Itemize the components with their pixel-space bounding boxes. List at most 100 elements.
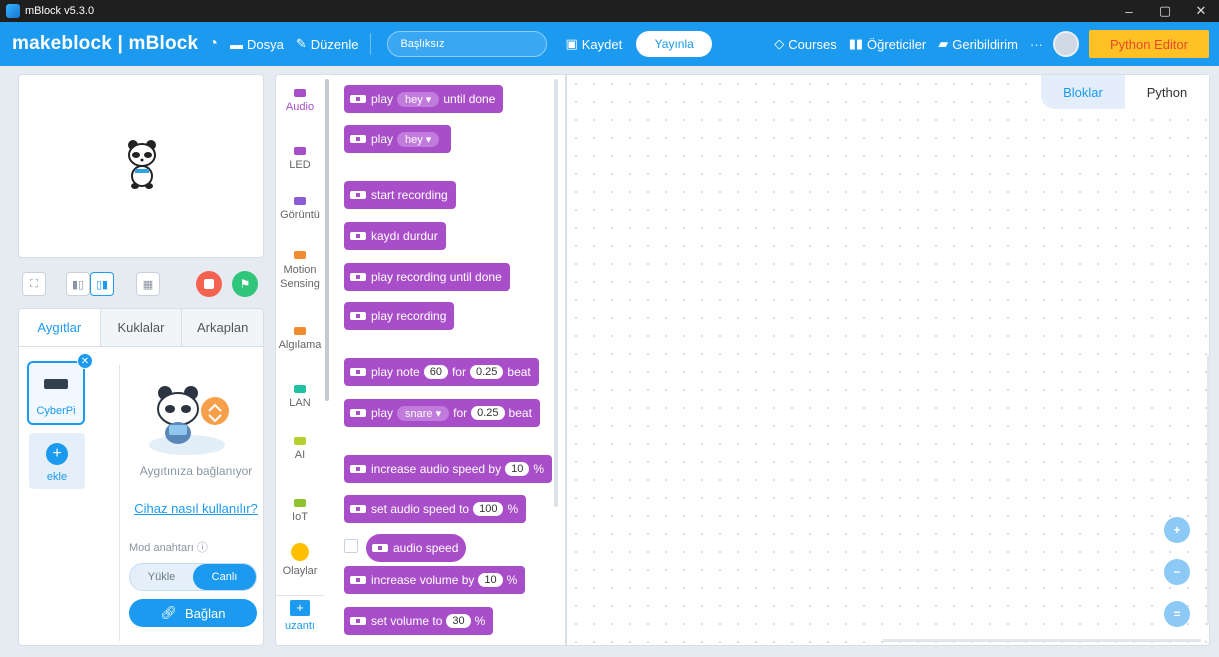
mode-upload[interactable]: Yükle xyxy=(130,564,193,590)
link-icon: 🔗︎ xyxy=(160,605,178,620)
cyberpi-block-icon xyxy=(350,232,366,240)
publish-button[interactable]: Yayınla xyxy=(636,31,713,57)
file-menu[interactable]: ▬ Dosya xyxy=(230,37,284,52)
edit-menu[interactable]: ✎ Düzenle xyxy=(296,36,359,52)
code-mode-tabs: Bloklar Python xyxy=(1041,75,1209,109)
block-text: play xyxy=(371,406,394,420)
drum-dropdown[interactable]: snare ▾ xyxy=(397,405,450,421)
python-editor-button[interactable]: Python Editor xyxy=(1089,30,1209,58)
add-device-button[interactable]: + ekle xyxy=(29,433,85,489)
script-area[interactable]: Bloklar Python + − = xyxy=(566,74,1210,646)
script-area-horizontal-scrollbar[interactable] xyxy=(883,639,1201,642)
category-iot[interactable]: IoT xyxy=(276,499,324,523)
block-play-drum[interactable]: play snare ▾ for 0.25 beat xyxy=(344,399,540,427)
feedback-link[interactable]: ▰ Geribildirim xyxy=(938,36,1018,52)
project-title-input[interactable]: Başlıksız xyxy=(387,31,548,57)
block-play-recording[interactable]: play recording xyxy=(344,302,455,330)
plus-icon: + xyxy=(46,443,68,465)
audio-speed-checkbox[interactable] xyxy=(344,539,358,553)
block-increase-volume[interactable]: increase volume by 10 % xyxy=(344,566,526,594)
category-led[interactable]: LED xyxy=(276,147,324,171)
remove-device-icon[interactable]: ✕ xyxy=(77,353,93,369)
block-text: audio speed xyxy=(393,541,459,555)
cyberpi-block-icon xyxy=(350,505,366,513)
tab-blocks[interactable]: Bloklar xyxy=(1041,75,1125,109)
block-start-recording[interactable]: start recording xyxy=(344,181,456,209)
stop-icon xyxy=(204,279,214,289)
block-audio-speed-reporter[interactable]: audio speed xyxy=(366,534,467,562)
tab-python[interactable]: Python xyxy=(1125,75,1209,109)
block-set-audio-speed[interactable]: set audio speed to 100 % xyxy=(344,495,527,523)
tab-backgrounds[interactable]: Arkaplan xyxy=(182,309,263,346)
category-audio[interactable]: Audio xyxy=(276,89,324,113)
block-text: set audio speed to xyxy=(371,502,470,516)
category-motion-sensing[interactable]: Motion Sensing xyxy=(276,251,324,291)
save-button[interactable]: ▣ Kaydet xyxy=(565,36,622,52)
category-events[interactable]: Olaylar xyxy=(276,543,324,577)
more-menu[interactable]: ··· xyxy=(1030,37,1043,52)
zoom-out-icon[interactable]: − xyxy=(1164,559,1190,585)
block-increase-audio-speed[interactable]: increase audio speed by 10 % xyxy=(344,455,553,483)
category-display[interactable]: Görüntü xyxy=(276,197,324,221)
block-play-recording-until-done[interactable]: play recording until done xyxy=(344,263,510,291)
normal-stage-icon[interactable]: ▯▮ xyxy=(90,272,114,296)
volume-input[interactable]: 30 xyxy=(446,614,471,628)
restore-button[interactable]: ▢ xyxy=(1147,0,1183,22)
courses-label: Courses xyxy=(788,36,837,52)
connect-button[interactable]: 🔗︎ Bağlan xyxy=(129,599,257,627)
zoom-in-icon[interactable]: + xyxy=(1164,517,1190,543)
brand-logo[interactable]: makeblock | mBlock xyxy=(12,33,198,55)
zoom-reset-icon[interactable]: = xyxy=(1164,601,1190,627)
small-stage-icon[interactable]: ▮▯ xyxy=(66,272,90,296)
mode-toggle[interactable]: Yükle Canlı xyxy=(129,563,257,591)
tab-devices[interactable]: Aygıtlar xyxy=(19,309,101,346)
sound-dropdown[interactable]: hey ▾ xyxy=(397,91,440,107)
volume-input[interactable]: 10 xyxy=(478,573,503,587)
how-to-use-link[interactable]: Cihaz nasıl kullanılır? xyxy=(127,501,263,516)
tab-sprites[interactable]: Kuklalar xyxy=(100,309,183,346)
palette-scrollbar[interactable] xyxy=(554,79,558,507)
category-extension[interactable]: + uzantı xyxy=(276,595,324,632)
categories-scrollbar[interactable] xyxy=(325,79,329,401)
block-play[interactable]: play hey ▾ xyxy=(344,125,452,153)
minimize-button[interactable]: – xyxy=(1111,0,1147,22)
block-play-note[interactable]: play note 60 for 0.25 beat xyxy=(344,358,539,386)
led-category-icon xyxy=(294,147,306,155)
panda-sprite[interactable] xyxy=(125,139,159,191)
script-area-vertical-scrollbar[interactable] xyxy=(1207,355,1210,625)
fullscreen-icon[interactable]: ⛶ xyxy=(22,272,46,296)
category-sensing[interactable]: Algılama xyxy=(276,327,324,351)
cyberpi-block-icon xyxy=(350,135,366,143)
courses-link[interactable]: ◇ Courses xyxy=(774,36,836,52)
block-text: increase audio speed by xyxy=(371,462,502,476)
green-flag-button[interactable]: ⚑ xyxy=(232,271,258,297)
category-ai[interactable]: AI xyxy=(276,437,324,461)
stage[interactable] xyxy=(18,74,264,258)
category-label: Audio xyxy=(285,101,315,113)
sound-dropdown[interactable]: hey ▾ xyxy=(397,131,440,147)
device-card-cyberpi[interactable]: CyberPi xyxy=(27,361,85,425)
block-stop-recording[interactable]: kaydı durdur xyxy=(344,222,446,250)
beats-input[interactable]: 0.25 xyxy=(471,406,505,420)
block-set-volume[interactable]: set volume to 30 % xyxy=(344,607,494,635)
grid-layout-icon[interactable]: ▦ xyxy=(136,272,160,296)
language-globe-icon[interactable]: ◔ xyxy=(208,35,218,53)
note-input[interactable]: 60 xyxy=(423,365,448,379)
user-avatar[interactable] xyxy=(1053,31,1079,57)
speed-input[interactable]: 10 xyxy=(505,462,530,476)
beats-input[interactable]: 0.25 xyxy=(469,365,504,379)
mode-live[interactable]: Canlı xyxy=(193,564,256,590)
block-text: play recording until done xyxy=(371,270,502,284)
book-icon: ▮▮ xyxy=(848,36,864,51)
stop-button[interactable] xyxy=(196,271,222,297)
courses-icon: ◇ xyxy=(774,36,785,51)
speed-input[interactable]: 100 xyxy=(473,502,504,516)
close-window-button[interactable]: ✕ xyxy=(1183,0,1219,22)
cyberpi-block-icon xyxy=(350,191,366,199)
block-play-until-done[interactable]: play hey ▾ until done xyxy=(344,85,504,113)
tutorials-link[interactable]: ▮▮ Öğreticiler xyxy=(849,36,927,52)
category-label: LED xyxy=(289,159,311,171)
save-label: Kaydet xyxy=(581,36,623,52)
blocks-palette: play hey ▾ until done play hey ▾ start r… xyxy=(332,74,566,646)
category-lan[interactable]: LAN xyxy=(276,385,324,409)
